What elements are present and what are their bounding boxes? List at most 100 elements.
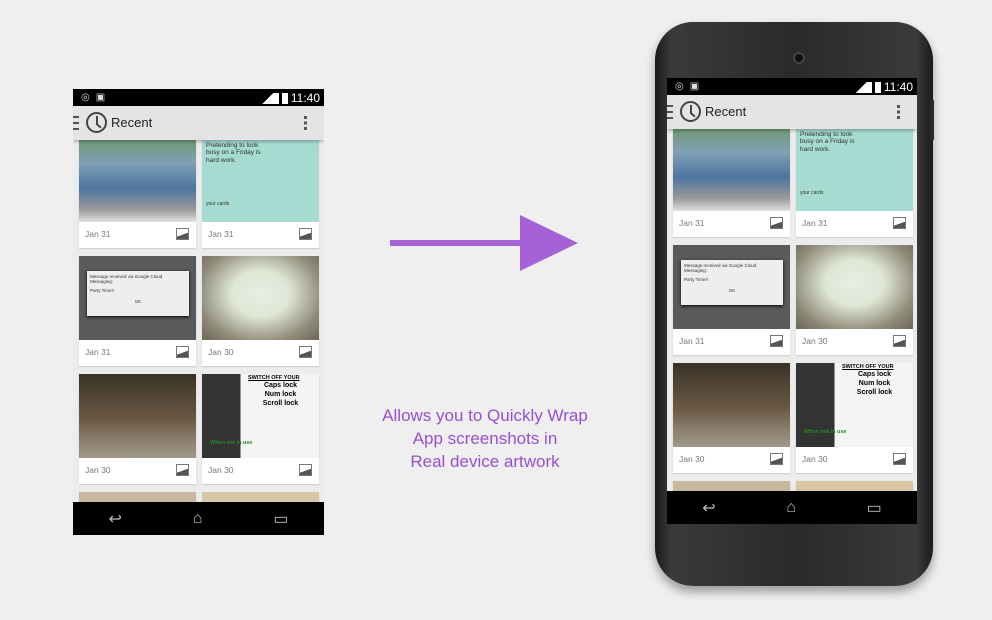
image-icon <box>299 464 312 476</box>
recents-icon[interactable]: ▭ <box>273 509 288 529</box>
dialog-preview: Message received via Google Cloud Messag… <box>87 271 189 316</box>
image-card[interactable]: Pretending to look busy on a Friday is h… <box>796 127 913 237</box>
thumbnail-meme: Pretending to look busy on a Friday is h… <box>796 127 913 211</box>
thumbnail-jeans <box>79 138 196 222</box>
card-date: Jan 30 <box>802 454 828 464</box>
image-card[interactable]: Pretending to look busy on a Friday is h… <box>202 138 319 248</box>
card-date: Jan 30 <box>208 465 234 475</box>
signal-icon <box>849 81 872 93</box>
action-bar: Recent <box>73 106 324 140</box>
card-date: Jan 31 <box>85 229 111 239</box>
tagline-line: Real device artwork <box>410 452 560 471</box>
overflow-menu-icon[interactable] <box>304 116 307 130</box>
overflow-menu-icon[interactable] <box>897 105 900 119</box>
image-card[interactable]: Jan 30 <box>79 374 196 484</box>
image-card[interactable]: Message received via Google Cloud Messag… <box>673 245 790 355</box>
drawer-icon[interactable] <box>73 116 79 130</box>
meme-line: Caps lock <box>857 371 892 378</box>
navigation-bar: ↩ ⌂ ▭ <box>667 491 917 524</box>
dialog-message: Message received via Google Cloud Messag… <box>684 263 757 273</box>
meme-footer: When not in use <box>210 440 253 447</box>
meme-line: Scroll lock <box>262 400 299 408</box>
status-time: 11:40 <box>883 80 913 94</box>
image-icon <box>176 464 189 476</box>
image-icon <box>770 335 783 347</box>
meme-brand: your cards <box>206 201 230 208</box>
front-camera <box>793 52 805 64</box>
notification-icons: ◎▣ <box>675 81 706 92</box>
status-bar: ◎▣ 11:40 <box>667 78 917 95</box>
arrow-right-icon <box>520 215 578 271</box>
image-card[interactable]: Jan 31 <box>79 138 196 248</box>
image-card[interactable]: Jan 30 <box>202 256 319 366</box>
thumbnail-blur <box>202 256 319 340</box>
meme-brand: your cards <box>800 190 824 197</box>
image-icon <box>299 228 312 240</box>
card-date: Jan 30 <box>208 347 234 357</box>
battery-icon <box>281 92 288 104</box>
card-date: Jan 31 <box>85 347 111 357</box>
card-date: Jan 31 <box>802 218 828 228</box>
meme-text: Pretending to look busy on a Friday is h… <box>800 131 855 153</box>
image-icon <box>893 335 906 347</box>
power-button <box>930 100 934 140</box>
device-wrapped-screenshot: ◎▣ 11:40 Recent Jan 31 Pretending to loo… <box>667 78 917 524</box>
dialog-ok: OK <box>728 288 736 293</box>
image-icon <box>176 228 189 240</box>
thumbnail-keyboard-meme: SWITCH OFF YOUR Caps lock Num lock Scrol… <box>796 363 913 447</box>
page-title: Recent <box>111 115 153 130</box>
navigation-bar: ↩ ⌂ ▭ <box>73 502 324 535</box>
card-date: Jan 30 <box>85 465 111 475</box>
image-icon <box>770 453 783 465</box>
meme-line: Scroll lock <box>856 389 893 397</box>
recents-icon[interactable]: ▭ <box>867 498 882 518</box>
thumbnail-dialog: Message received via Google Cloud Messag… <box>673 245 790 329</box>
image-card[interactable]: Jan 30 <box>796 245 913 355</box>
clock-icon[interactable] <box>680 101 701 122</box>
action-bar: Recent <box>667 95 917 129</box>
image-card[interactable]: SWITCH OFF YOUR Caps lock Num lock Scrol… <box>796 363 913 473</box>
thumbnail-meme: Pretending to look busy on a Friday is h… <box>202 138 319 222</box>
dialog-body: Party Time!! <box>90 288 115 293</box>
dialog-message: Message received via Google Cloud Messag… <box>90 274 163 284</box>
signal-icon <box>256 92 279 104</box>
tagline-line: App screenshots in <box>412 429 558 448</box>
home-icon[interactable]: ⌂ <box>786 499 796 517</box>
image-icon <box>299 346 312 358</box>
notification-icons: ◎▣ <box>81 92 112 103</box>
card-date: Jan 31 <box>679 336 705 346</box>
image-card[interactable]: SWITCH OFF YOUR Caps lock Num lock Scrol… <box>202 374 319 484</box>
clock-icon[interactable] <box>86 112 107 133</box>
status-time: 11:40 <box>290 91 320 105</box>
back-icon[interactable]: ↩ <box>108 509 121 529</box>
dialog-ok: OK <box>134 299 142 304</box>
drawer-icon[interactable] <box>667 105 673 119</box>
card-date: Jan 30 <box>802 336 828 346</box>
image-card[interactable]: Message received via Google Cloud Messag… <box>79 256 196 366</box>
image-icon <box>893 453 906 465</box>
tagline-line: Allows you to Quickly Wrap <box>382 406 588 425</box>
image-icon <box>770 217 783 229</box>
thumbnail-keyboard-meme: SWITCH OFF YOUR Caps lock Num lock Scrol… <box>202 374 319 458</box>
image-card[interactable]: Jan 31 <box>673 127 790 237</box>
card-date: Jan 31 <box>208 229 234 239</box>
image-grid: Jan 31 Pretending to look busy on a Frid… <box>667 127 917 524</box>
image-icon <box>893 217 906 229</box>
meme-line: Num lock <box>264 391 297 399</box>
meme-line: Num lock <box>858 380 891 388</box>
thumbnail-lego <box>673 363 790 447</box>
meme-text: Pretending to look busy on a Friday is h… <box>206 142 261 164</box>
tagline: Allows you to Quickly Wrap App screensho… <box>350 404 620 473</box>
thumbnail-jeans <box>673 127 790 211</box>
home-icon[interactable]: ⌂ <box>193 510 203 528</box>
dialog-body: Party Time!! <box>684 277 709 282</box>
back-icon[interactable]: ↩ <box>702 498 715 518</box>
thumbnail-dialog: Message received via Google Cloud Messag… <box>79 256 196 340</box>
image-grid: Jan 31 Pretending to look busy on a Frid… <box>73 138 324 535</box>
card-date: Jan 31 <box>679 218 705 228</box>
meme-line: Caps lock <box>263 382 298 389</box>
arrow-shaft <box>390 240 525 246</box>
thumbnail-blur <box>796 245 913 329</box>
image-card[interactable]: Jan 30 <box>673 363 790 473</box>
meme-footer: When not in use <box>804 429 847 436</box>
